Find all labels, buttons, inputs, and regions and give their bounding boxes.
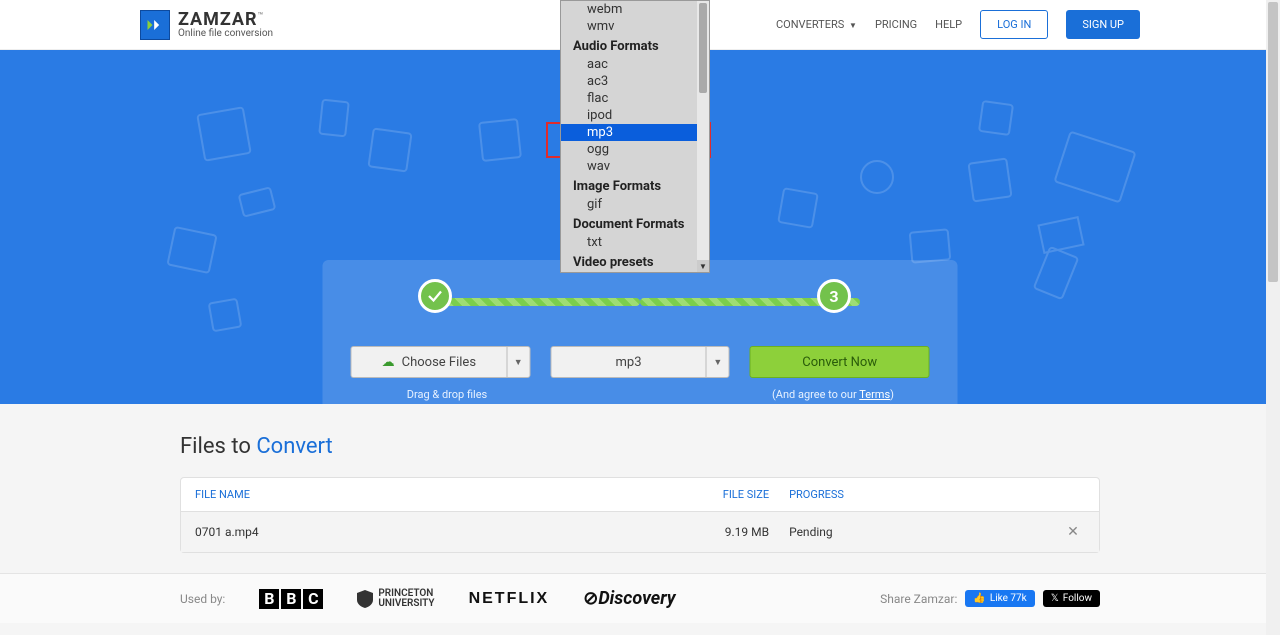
dd-item-ogg[interactable]: ogg — [561, 141, 709, 158]
choose-files-control: ☁ Choose Files ▼ — [351, 346, 531, 378]
logo-subtitle: Online file conversion — [178, 29, 273, 39]
dropdown-scrollbar[interactable] — [697, 1, 709, 272]
shield-icon — [357, 590, 373, 608]
format-dropdown-toggle[interactable]: ▼ — [706, 346, 730, 378]
dd-item-ipod[interactable]: ipod — [561, 107, 709, 124]
file-progress-cell: Pending — [789, 525, 1061, 539]
col-progress: PROGRESS — [789, 488, 1061, 501]
login-button[interactable]: LOG IN — [980, 10, 1048, 39]
dd-item-txt[interactable]: txt — [561, 234, 709, 251]
brand-netflix: NETFLIX — [469, 590, 550, 608]
dd-item-aac[interactable]: aac — [561, 56, 709, 73]
files-table: FILE NAME FILE SIZE PROGRESS 0701 a.mp4 … — [180, 477, 1100, 553]
brand-princeton: PRINCETONUNIVERSITY — [357, 589, 434, 609]
dd-item-gif[interactable]: gif — [561, 196, 709, 213]
format-dropdown-panel: webm wmv Audio Formats aac ac3 flac ipod… — [560, 0, 710, 273]
dd-group-image: Image Formats — [561, 175, 709, 196]
page-scrollbar[interactable] — [1266, 0, 1280, 635]
logo-icon — [140, 10, 170, 40]
signup-button[interactable]: SIGN UP — [1066, 10, 1140, 39]
choose-files-dropdown-toggle[interactable]: ▼ — [506, 346, 530, 378]
table-row: 0701 a.mp4 9.19 MB Pending ✕ — [181, 512, 1099, 552]
drag-drop-hint: Drag & drop files — [351, 388, 544, 401]
nav-help[interactable]: HELP — [935, 18, 962, 31]
remove-file-button[interactable]: ✕ — [1067, 524, 1079, 540]
brand-bbc: BBC — [259, 589, 323, 609]
file-name-cell: 0701 a.mp4 — [195, 525, 648, 539]
nav-pricing[interactable]: PRICING — [875, 18, 917, 31]
share-label: Share Zamzar: — [880, 592, 957, 606]
format-button[interactable]: mp3 — [550, 346, 706, 378]
cloud-upload-icon: ☁ — [382, 355, 395, 370]
nav-converters[interactable]: CONVERTERS ▼ — [776, 18, 857, 31]
file-size-cell: 9.19 MB — [648, 525, 789, 539]
convert-now-button[interactable]: Convert Now — [750, 346, 930, 378]
files-table-header: FILE NAME FILE SIZE PROGRESS — [181, 478, 1099, 512]
format-control: mp3 ▼ — [550, 346, 730, 378]
x-follow-button[interactable]: 𝕏Follow — [1043, 590, 1100, 607]
dd-group-audio: Audio Formats — [561, 35, 709, 56]
logo[interactable]: ZAMZAR™ Online file conversion — [140, 10, 273, 40]
dropdown-scroll-down-icon[interactable]: ▼ — [697, 260, 709, 272]
dd-item-ac3[interactable]: ac3 — [561, 73, 709, 90]
dd-item-wav[interactable]: wav — [561, 158, 709, 175]
agree-terms-text: (And agree to our Terms) — [737, 388, 930, 401]
terms-link[interactable]: Terms — [859, 388, 890, 401]
choose-files-button[interactable]: ☁ Choose Files — [351, 346, 507, 378]
dd-item-mp3[interactable]: mp3 — [561, 124, 709, 141]
usedby-label: Used by: — [180, 592, 225, 606]
x-icon: 𝕏 — [1051, 593, 1059, 604]
converter-panel: ☁ Choose Files ▼ mp3 ▼ Convert Now Drag … — [323, 260, 958, 404]
col-filesize: FILE SIZE — [648, 488, 789, 501]
dd-group-presets: Video presets — [561, 251, 709, 272]
facebook-like-button[interactable]: 👍Like 77k — [965, 590, 1034, 607]
dd-group-document: Document Formats — [561, 213, 709, 234]
dd-item-flac[interactable]: flac — [561, 90, 709, 107]
col-filename: FILE NAME — [195, 488, 648, 501]
logo-name: ZAMZAR — [178, 9, 258, 30]
files-title: Files to Convert — [180, 434, 1100, 459]
chevron-down-icon: ▼ — [849, 21, 857, 30]
thumbs-up-icon: 👍 — [973, 593, 985, 604]
footer: Used by: BBC PRINCETONUNIVERSITY NETFLIX… — [0, 573, 1280, 623]
dd-item-webm[interactable]: webm — [561, 1, 709, 18]
files-section: Files to Convert FILE NAME FILE SIZE PRO… — [140, 404, 1140, 573]
dd-item-wmv[interactable]: wmv — [561, 18, 709, 35]
brand-discovery: ⊘Discovery — [583, 588, 675, 609]
